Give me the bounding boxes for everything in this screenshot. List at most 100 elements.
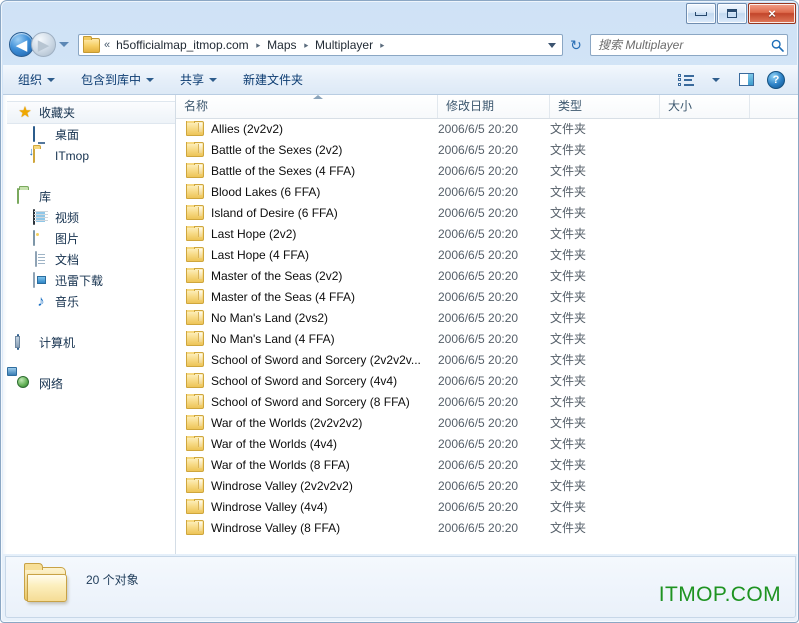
cell-date: 2006/6/5 20:20 [438, 332, 550, 346]
new-folder-button[interactable]: 新建文件夹 [232, 66, 314, 93]
folder-icon [186, 478, 204, 493]
breadcrumb-overflow-icon[interactable]: « [104, 39, 110, 51]
sidebar-item-computer[interactable]: 计算机 [3, 332, 175, 353]
sidebar-item-itmop[interactable]: ITmop [3, 145, 175, 166]
folder-icon [186, 520, 204, 535]
sidebar-item-network[interactable]: 网络 [3, 373, 175, 394]
folder-icon [186, 436, 204, 451]
table-row[interactable]: War of the Worlds (4v4)2006/6/5 20:20文件夹 [176, 433, 798, 454]
table-row[interactable]: Master of the Seas (4 FFA)2006/6/5 20:20… [176, 286, 798, 307]
breadcrumb-separator-icon[interactable]: ▸ [256, 40, 260, 51]
sidebar-item-music[interactable]: ♪ 音乐 [3, 291, 175, 312]
breadcrumb-separator-icon[interactable]: ▸ [380, 40, 384, 51]
cell-name: Windrose Valley (2v2v2v2) [176, 478, 438, 493]
breadcrumb-item-root[interactable]: h5officialmap_itmop.com [114, 36, 251, 54]
preview-pane-button[interactable] [732, 68, 760, 92]
forward-button[interactable]: ▶ [31, 32, 56, 57]
sort-ascending-icon [313, 95, 323, 99]
folder-icon [186, 142, 204, 157]
sidebar-item-favorites[interactable]: ★ 收藏夹 [3, 101, 175, 124]
folder-icon [186, 226, 204, 241]
table-row[interactable]: Last Hope (2v2)2006/6/5 20:20文件夹 [176, 223, 798, 244]
sidebar-item-videos[interactable]: 视频 [3, 207, 175, 228]
maximize-button[interactable] [717, 3, 747, 24]
cell-date: 2006/6/5 20:20 [438, 353, 550, 367]
folder-icon [186, 457, 204, 472]
file-list-pane[interactable]: 名称 修改日期 类型 大小 Allies (2v2v2)2006/6/5 20:… [176, 95, 798, 554]
column-header-date[interactable]: 修改日期 [438, 95, 550, 118]
include-in-library-button[interactable]: 包含到库中 [70, 66, 165, 93]
close-button[interactable]: × [748, 3, 796, 24]
table-row[interactable]: Master of the Seas (2v2)2006/6/5 20:20文件… [176, 265, 798, 286]
sidebar-item-xunlei-downloads[interactable]: 迅雷下载 [3, 270, 175, 291]
cell-name: Windrose Valley (8 FFA) [176, 520, 438, 535]
minimize-button[interactable] [686, 3, 716, 24]
table-row[interactable]: War of the Worlds (8 FFA)2006/6/5 20:20文… [176, 454, 798, 475]
table-row[interactable]: War of the Worlds (2v2v2v2)2006/6/5 20:2… [176, 412, 798, 433]
cell-name: Battle of the Sexes (4 FFA) [176, 163, 438, 178]
table-row[interactable]: No Man's Land (4 FFA)2006/6/5 20:20文件夹 [176, 328, 798, 349]
table-row[interactable]: School of Sword and Sorcery (8 FFA)2006/… [176, 391, 798, 412]
sidebar-label-videos: 视频 [55, 209, 79, 226]
organize-button[interactable]: 组织 [7, 66, 66, 93]
refresh-button[interactable]: ↻ [567, 36, 585, 54]
cell-name: No Man's Land (2vs2) [176, 310, 438, 325]
nav-group-computer: 计算机 [3, 332, 175, 353]
table-row[interactable]: Blood Lakes (6 FFA)2006/6/5 20:20文件夹 [176, 181, 798, 202]
search-input[interactable] [596, 35, 767, 55]
breadcrumb-item-maps[interactable]: Maps [265, 36, 298, 54]
sidebar-item-libraries[interactable]: 库 [3, 186, 175, 207]
search-icon[interactable] [767, 39, 787, 52]
nav-spacer [3, 353, 175, 367]
table-row[interactable]: Allies (2v2v2)2006/6/5 20:20文件夹 [176, 118, 798, 139]
column-header-name[interactable]: 名称 [176, 95, 438, 118]
sidebar-item-desktop[interactable]: 桌面 [3, 124, 175, 145]
sidebar-label-pictures: 图片 [55, 230, 79, 247]
command-bar: 组织 包含到库中 共享 新建文件夹 [3, 65, 798, 95]
sidebar-item-pictures[interactable]: 图片 [3, 228, 175, 249]
column-header-size[interactable]: 大小 [660, 95, 750, 118]
sidebar-label-xunlei: 迅雷下载 [55, 272, 103, 289]
view-dropdown-button[interactable] [702, 68, 730, 92]
help-button[interactable]: ? [762, 68, 790, 92]
table-row[interactable]: Island of Desire (6 FFA)2006/6/5 20:20文件… [176, 202, 798, 223]
cell-date: 2006/6/5 20:20 [438, 248, 550, 262]
breadcrumb-separator-icon[interactable]: ▸ [304, 40, 308, 51]
address-bar[interactable]: « h5officialmap_itmop.com ▸ Maps ▸ Multi… [78, 34, 563, 56]
table-row[interactable]: Battle of the Sexes (4 FFA)2006/6/5 20:2… [176, 160, 798, 181]
folder-icon [186, 268, 204, 283]
cell-type: 文件夹 [550, 162, 660, 179]
column-header-row: 名称 修改日期 类型 大小 [176, 95, 798, 119]
cell-type: 文件夹 [550, 225, 660, 242]
cell-type: 文件夹 [550, 456, 660, 473]
search-box[interactable] [590, 34, 788, 56]
sidebar-item-documents[interactable]: 文档 [3, 249, 175, 270]
recent-pages-chevron-down-icon[interactable] [59, 42, 69, 47]
breadcrumb-item-multiplayer[interactable]: Multiplayer [313, 36, 375, 54]
content-area: ★ 收藏夹 桌面 ITmop 库 [3, 95, 798, 554]
table-row[interactable]: Windrose Valley (2v2v2v2)2006/6/5 20:20文… [176, 475, 798, 496]
maximize-icon [727, 9, 737, 18]
table-row[interactable]: Battle of the Sexes (2v2)2006/6/5 20:20文… [176, 139, 798, 160]
table-row[interactable]: School of Sword and Sorcery (4v4)2006/6/… [176, 370, 798, 391]
file-name-label: Island of Desire (6 FFA) [211, 206, 338, 220]
item-count-label: 20 个对象 [86, 571, 139, 588]
table-row[interactable]: School of Sword and Sorcery (2v2v2v...20… [176, 349, 798, 370]
explorer-window: × ◀ ▶ « h5officialmap_itmop.com ▸ Maps ▸… [0, 0, 799, 623]
new-folder-label: 新建文件夹 [243, 71, 303, 88]
video-icon [33, 210, 49, 226]
table-row[interactable]: Last Hope (4 FFA)2006/6/5 20:20文件夹 [176, 244, 798, 265]
sidebar-label-itmop: ITmop [55, 149, 89, 163]
cell-type: 文件夹 [550, 141, 660, 158]
cell-name: Allies (2v2v2) [176, 121, 438, 136]
navigation-pane[interactable]: ★ 收藏夹 桌面 ITmop 库 [3, 95, 176, 554]
table-row[interactable]: No Man's Land (2vs2)2006/6/5 20:20文件夹 [176, 307, 798, 328]
table-row[interactable]: Windrose Valley (4v4)2006/6/5 20:20文件夹 [176, 496, 798, 517]
column-header-type[interactable]: 类型 [550, 95, 660, 118]
folder-icon [186, 247, 204, 262]
share-button[interactable]: 共享 [169, 66, 228, 93]
address-chevron-down-icon[interactable] [548, 43, 556, 48]
change-view-button[interactable] [672, 68, 700, 92]
file-name-label: War of the Worlds (2v2v2v2) [211, 416, 362, 430]
table-row[interactable]: Windrose Valley (8 FFA)2006/6/5 20:20文件夹 [176, 517, 798, 538]
